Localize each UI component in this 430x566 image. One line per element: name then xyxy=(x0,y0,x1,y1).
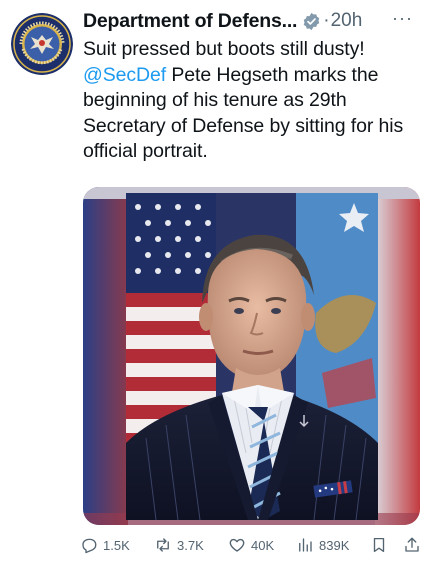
more-icon[interactable]: ··· xyxy=(392,8,413,29)
bookmark-button[interactable] xyxy=(370,536,393,554)
like-button[interactable]: 40K xyxy=(228,536,274,554)
tweet-text-line1: Suit pressed but boots still dusty! xyxy=(83,38,365,60)
repost-button[interactable]: 3.7K xyxy=(154,536,204,554)
views-count: 839K xyxy=(319,537,350,553)
views-button[interactable]: 839K xyxy=(296,536,349,554)
tweet-media-image[interactable] xyxy=(83,187,420,525)
mention-link[interactable]: @SecDef xyxy=(83,64,166,86)
repost-icon xyxy=(157,538,169,552)
verified-badge-icon xyxy=(302,12,321,31)
reply-count: 1.5K xyxy=(103,537,130,553)
author-name[interactable]: Department of Defens... xyxy=(83,10,297,33)
reply-icon xyxy=(82,538,97,554)
dod-seal-logo xyxy=(11,13,73,75)
like-icon xyxy=(229,538,245,552)
tweet-text: Suit pressed but boots still dusty! @Sec… xyxy=(83,37,423,165)
portrait-photo xyxy=(83,187,420,525)
share-icon xyxy=(405,537,419,552)
bookmark-icon xyxy=(373,537,385,553)
like-count: 40K xyxy=(251,537,275,553)
tweet-actions: 1.5K 3.7K 40K 839K xyxy=(80,532,425,560)
views-icon xyxy=(299,538,312,552)
separator-dot: · xyxy=(323,10,330,31)
reply-button[interactable]: 1.5K xyxy=(80,536,130,554)
author-avatar[interactable] xyxy=(11,13,73,75)
share-button[interactable] xyxy=(403,536,426,554)
repost-count: 3.7K xyxy=(177,537,204,553)
timestamp[interactable]: 20h xyxy=(331,10,363,32)
tweet-header: Department of Defens... · 20h ··· xyxy=(83,6,423,36)
